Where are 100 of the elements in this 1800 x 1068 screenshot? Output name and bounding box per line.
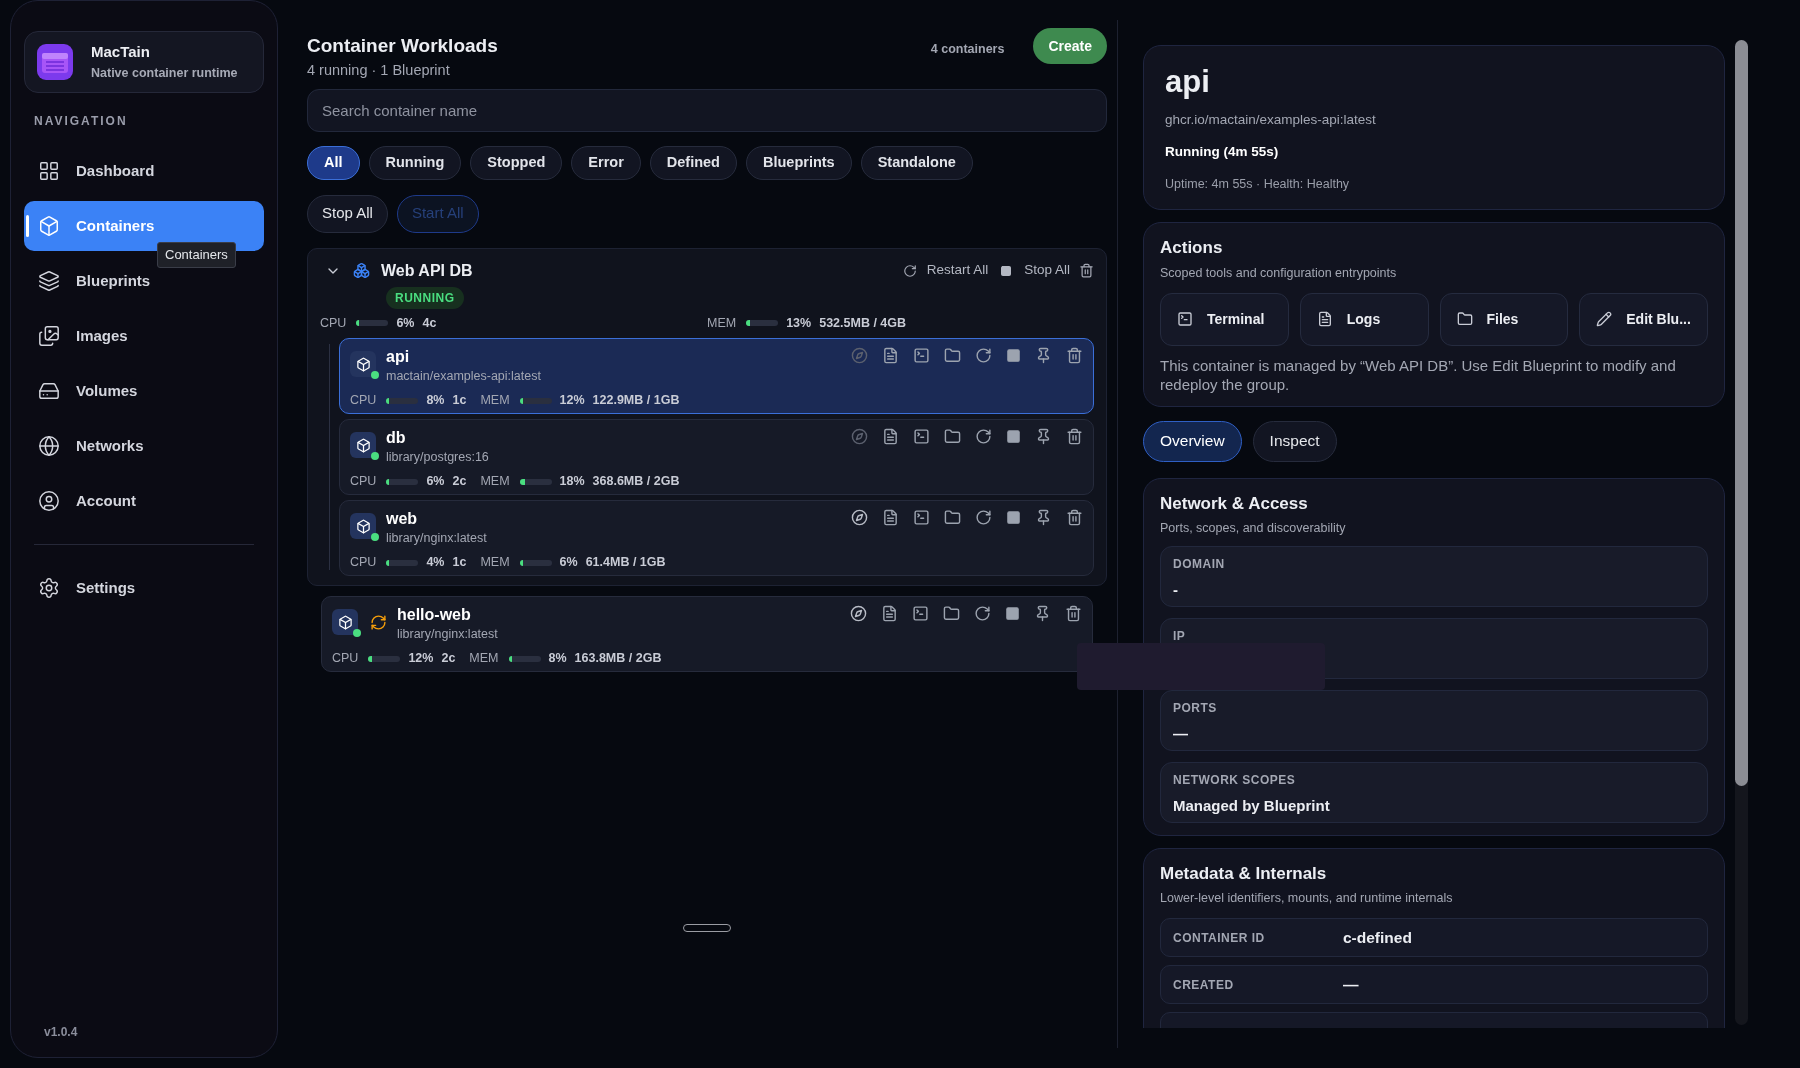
nav-item[interactable]: Containers [24,201,264,251]
app-tagline: Native container runtime [91,64,238,82]
field-label: PORTS [1173,699,1218,717]
nav-item[interactable]: Account [24,476,264,526]
filter-chip[interactable]: Running [368,145,462,180]
trash-icon[interactable] [1066,428,1083,446]
action-button[interactable]: Edit Blu... [1579,292,1708,346]
stop-all-link[interactable]: Stop All [1024,260,1070,281]
section-title: Network & Access [1160,492,1309,515]
metric-detail: 163.8MB / 2GB [574,650,662,668]
scrollbar[interactable] [1735,40,1748,1025]
status-badge: RUNNING [386,286,464,309]
metric-value: 6% [426,473,445,491]
container-row[interactable]: api mactain/examples-api:latest CPU 8% 1c MEM 12% 122.9MB / 1GB [339,338,1094,415]
create-button[interactable]: Create [1033,28,1107,64]
metric-label: MEM [480,554,510,572]
trash-icon[interactable] [1065,605,1082,623]
section-subtitle: Lower-level identifiers, mounts, and runtime internals [1160,890,1454,908]
search-field[interactable]: Search container name [307,88,1107,132]
action-button[interactable]: Logs [1299,292,1429,346]
pin-icon[interactable] [1035,347,1052,365]
nav-item[interactable]: Settings [24,563,264,613]
metric-label: CPU [320,314,347,332]
bulk-action-button[interactable]: Stop All [307,194,388,233]
compass-icon[interactable] [850,605,867,623]
restart-icon[interactable] [974,605,991,623]
metric-label: MEM [707,314,737,332]
field-value: — [1173,723,1189,744]
document-icon[interactable] [882,347,899,365]
filter-chip[interactable]: Standalone [860,145,973,180]
detail-title: api [1165,63,1211,101]
field-value: — [1343,974,1359,995]
container-count: 4 containers [930,41,1005,58]
uptime-health: Uptime: 4m 55s · Health: Healthy [1165,175,1351,193]
restart-icon[interactable] [975,509,992,527]
pin-icon[interactable] [1034,605,1051,623]
filter-chip[interactable]: Error [571,145,641,180]
container-name: api [386,347,411,368]
cube-icon [355,356,371,372]
stop-icon[interactable] [1006,429,1021,445]
trash-icon[interactable] [1066,509,1083,527]
user-icon [38,490,60,512]
pin-icon[interactable] [1035,509,1052,527]
document-icon[interactable] [882,509,899,527]
restart-icon[interactable] [975,428,992,446]
app-logo [37,44,73,80]
container-row[interactable]: web library/nginx:latest CPU 4% 1c MEM 6% 61.4MB / 1GB [339,500,1094,577]
metric-detail: 368.6MB / 2GB [592,473,680,491]
scrollbar-thumb[interactable] [1735,40,1748,786]
filter-chip[interactable]: Blueprints [745,145,852,180]
nav-item[interactable]: Networks [24,421,264,471]
metric-detail: 2c [452,473,467,491]
nav-item[interactable]: Volumes [24,366,264,416]
detail-tab[interactable]: Inspect [1252,420,1337,462]
nav-item[interactable]: Images [24,311,264,361]
container-name: hello-web [397,605,472,626]
pencil-icon [1596,311,1613,327]
terminal-icon[interactable] [913,347,930,365]
terminal-icon[interactable] [913,428,930,446]
folder-icon[interactable] [944,428,961,446]
field-label: IP [1173,627,1187,645]
managed-note: This container is managed by “Web API DB”. Use Edit Blueprint to modify and redeploy the group. [1160,355,1677,394]
restart-icon [902,263,917,278]
folder-icon[interactable] [943,605,960,623]
stop-icon[interactable] [1006,510,1021,526]
restart-all-link[interactable]: Restart All [926,260,989,281]
filter-chip[interactable]: Stopped [470,145,563,180]
filter-chip[interactable]: Defined [649,145,737,180]
group-name: Web API DB [381,260,473,281]
restart-icon[interactable] [975,347,992,365]
version-label: v1.0.4 [44,1024,79,1041]
stop-icon[interactable] [1006,348,1021,364]
filter-chip[interactable]: All [307,145,360,180]
pin-icon[interactable] [1035,428,1052,446]
trash-icon[interactable] [1066,347,1083,365]
section-subtitle: Ports, scopes, and discoverability [1160,520,1347,537]
folder-icon[interactable] [944,509,961,527]
page-subtitle: 4 running · 1 Blueprint [307,60,451,79]
trash-icon[interactable] [1079,263,1094,278]
container-row[interactable]: hello-web library/nginx:latest CPU 12% 2c MEM 8% 163.8MB / 2GB [321,596,1093,673]
document-icon[interactable] [882,428,899,446]
terminal-icon[interactable] [913,509,930,527]
app-name: MacTain [91,42,151,63]
container-name: web [386,509,419,530]
cube-icon [337,614,353,630]
stop-icon[interactable] [1005,606,1020,622]
container-name: db [386,428,407,449]
document-icon[interactable] [881,605,898,623]
action-button[interactable]: Terminal [1160,292,1289,346]
container-row[interactable]: db library/postgres:16 CPU 6% 2c MEM 18% 368.6MB / 2GB [339,419,1094,496]
field-label: CONTAINER ID [1173,929,1266,947]
metric-value: 12% [408,650,434,668]
detail-tab[interactable]: Overview [1143,420,1242,462]
folder-icon[interactable] [944,347,961,365]
terminal-icon[interactable] [912,605,929,623]
nav-item[interactable]: Dashboard [24,146,264,196]
terminal-icon [1177,311,1193,327]
action-button[interactable]: Files [1439,292,1569,346]
compass-icon[interactable] [851,509,868,527]
metric-value: 13% [786,314,812,332]
